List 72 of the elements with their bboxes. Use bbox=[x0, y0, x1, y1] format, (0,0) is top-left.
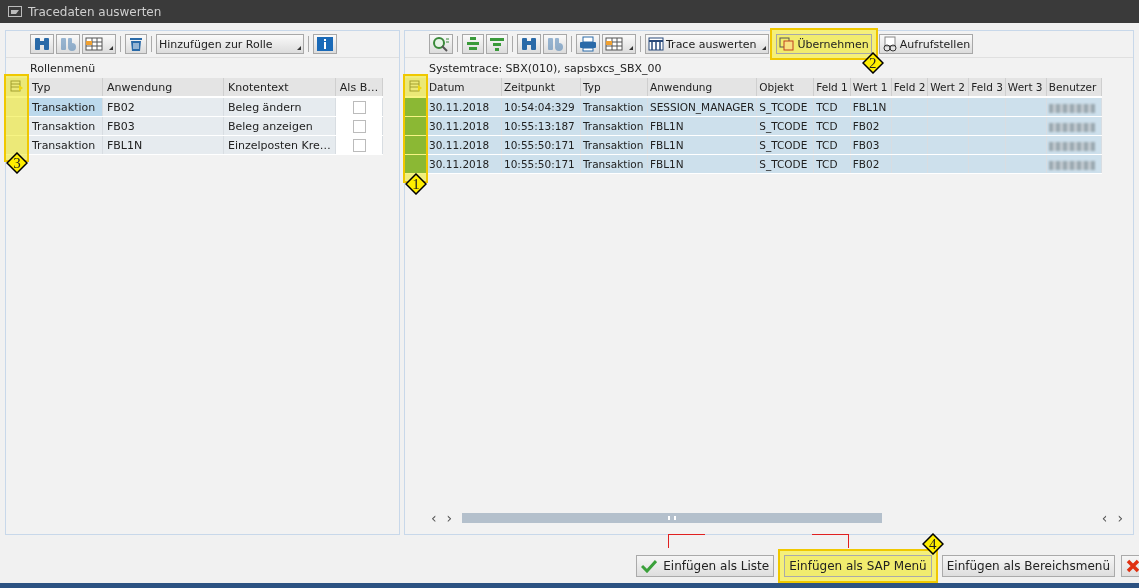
table-title: Rollenmenü bbox=[30, 61, 96, 75]
copy-icon bbox=[779, 37, 796, 51]
column-settings-button[interactable] bbox=[405, 78, 427, 97]
column-header[interactable]: Wert 3 bbox=[1005, 78, 1047, 97]
action-button[interactable]: Einfügen als Bereichsmenü bbox=[941, 555, 1115, 577]
toolbar-button[interactable] bbox=[313, 34, 337, 54]
scroll-arrow[interactable]: ‹ bbox=[1101, 510, 1108, 526]
toolbar-button[interactable] bbox=[125, 34, 147, 54]
column-header[interactable]: Typ bbox=[27, 78, 103, 97]
column-header[interactable]: Zeitpunkt bbox=[501, 78, 581, 97]
scrollbar-thumb[interactable] bbox=[462, 513, 883, 523]
column-header[interactable]: Anwendung bbox=[647, 78, 757, 97]
column-header[interactable]: Datum bbox=[426, 78, 502, 97]
filter-icon bbox=[489, 36, 505, 52]
column-header[interactable]: Feld 2 bbox=[891, 78, 928, 97]
scroll-arrow[interactable]: › bbox=[446, 510, 453, 526]
checkmark-icon bbox=[641, 559, 658, 573]
grid-icon bbox=[85, 37, 103, 51]
callout-badge: 2 bbox=[861, 52, 884, 74]
info-icon bbox=[316, 36, 334, 52]
center-align-icon bbox=[465, 36, 481, 52]
glasses-icon bbox=[881, 36, 898, 52]
trash-icon bbox=[128, 36, 144, 52]
toolbar-button[interactable] bbox=[486, 34, 508, 54]
column-header[interactable]: Feld 1 bbox=[813, 78, 851, 97]
column-header[interactable]: Objekt bbox=[756, 78, 814, 97]
action-button[interactable]: Einfügen als Liste bbox=[636, 555, 775, 577]
blurred-text bbox=[1048, 122, 1095, 132]
cancel-button[interactable] bbox=[1121, 555, 1139, 577]
callout-badge: 3 bbox=[6, 152, 28, 174]
checkbox[interactable] bbox=[352, 119, 366, 133]
checkbox[interactable] bbox=[352, 100, 366, 114]
column-header[interactable]: Knotentext bbox=[223, 78, 336, 97]
row-selector[interactable] bbox=[405, 97, 427, 117]
checkbox[interactable] bbox=[352, 138, 366, 152]
toolbar-button[interactable]: Aufrufstellen bbox=[878, 34, 974, 54]
scroll-arrow[interactable]: ‹ bbox=[431, 510, 437, 526]
column-header[interactable]: Wert 2 bbox=[927, 78, 969, 97]
column-header[interactable]: Feld 3 bbox=[968, 78, 1006, 97]
toolbar-button[interactable] bbox=[517, 34, 541, 54]
bracket-line bbox=[812, 534, 849, 548]
column-header[interactable]: Wert 1 bbox=[850, 78, 892, 97]
toolbar-button[interactable] bbox=[429, 34, 453, 54]
grid-icon bbox=[605, 37, 623, 51]
window-icon bbox=[8, 6, 22, 17]
window-title: Tracedaten auswerten bbox=[28, 4, 162, 19]
column-settings-button[interactable] bbox=[6, 78, 28, 97]
bracket-line bbox=[668, 534, 705, 548]
dropdown-button[interactable]: Trace auswerten bbox=[645, 34, 770, 54]
printer-icon bbox=[579, 36, 597, 52]
column-header[interactable]: Typ bbox=[580, 78, 648, 97]
column-settings-icon[interactable] bbox=[408, 80, 423, 92]
dropdown-button[interactable]: Hinzufügen zur Rolle bbox=[156, 34, 304, 54]
toolbar-button[interactable] bbox=[462, 34, 484, 54]
column-header[interactable]: Benutzer bbox=[1046, 78, 1102, 97]
blurred-text bbox=[1048, 160, 1095, 170]
toolbar-button[interactable] bbox=[576, 34, 600, 54]
toolbar-button[interactable] bbox=[30, 34, 54, 54]
column-header[interactable]: Anwendung bbox=[102, 78, 224, 97]
toolbar-button[interactable] bbox=[82, 34, 116, 54]
table-title: Systemtrace: SBX(010), sapsbxcs_SBX_00 bbox=[429, 61, 662, 75]
column-header[interactable]: Als B… bbox=[335, 78, 383, 97]
magnifier-icon bbox=[432, 36, 450, 52]
scroll-arrow[interactable]: › bbox=[1117, 510, 1123, 526]
callout-badge: 1 bbox=[405, 173, 427, 195]
callout-badge: 4 bbox=[921, 533, 944, 555]
close-icon bbox=[1126, 559, 1139, 573]
columns-icon bbox=[648, 37, 664, 51]
column-settings-icon[interactable] bbox=[9, 79, 24, 92]
toolbar-button[interactable] bbox=[602, 34, 636, 54]
blurred-text bbox=[1048, 103, 1095, 113]
blurred-text bbox=[1048, 141, 1095, 151]
